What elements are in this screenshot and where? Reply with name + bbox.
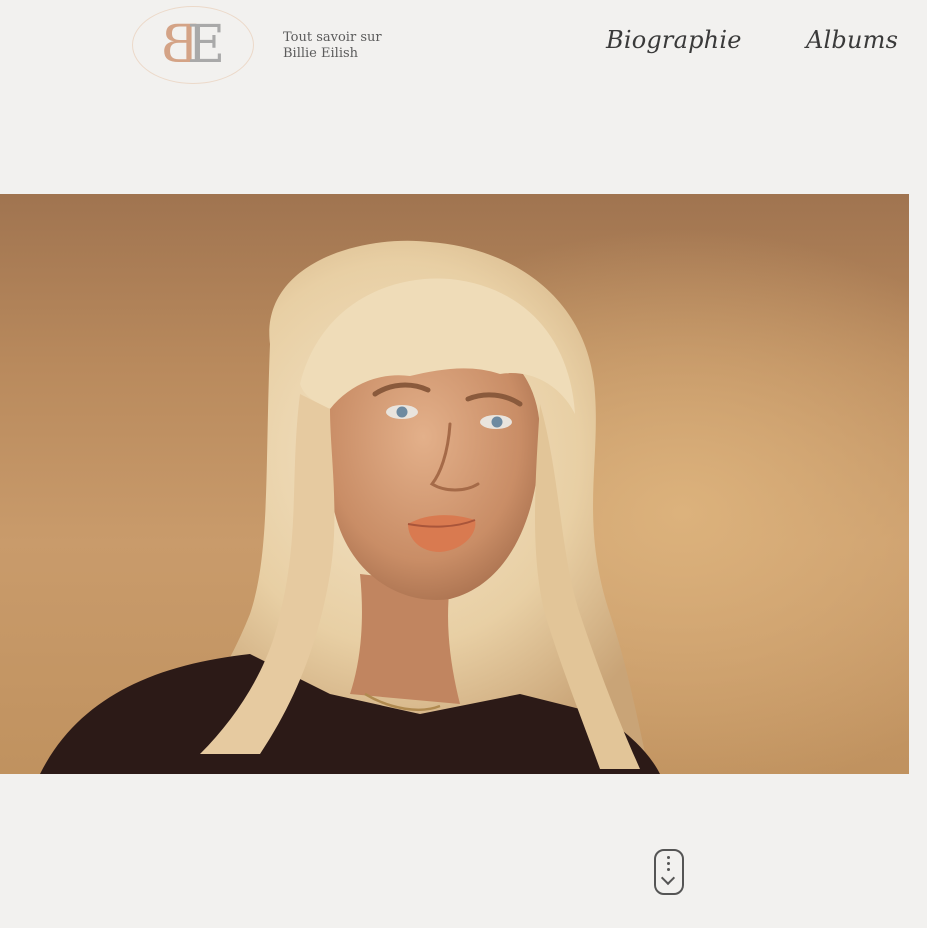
scroll-dot [667,862,670,865]
tagline-line-1: Tout savoir sur [283,30,382,45]
chevron-down-icon [660,870,676,886]
tagline-line-2: Billie Eilish [283,46,359,61]
scroll-dot [667,856,670,859]
nav-link-albums[interactable]: Albums [806,26,898,54]
portrait-illustration [40,240,660,774]
site-tagline: Tout savoir sur Billie Eilish [283,30,382,62]
nav-link-biographie[interactable]: Biographie [606,26,742,54]
page: B E Tout savoir sur Billie Eilish Biogra… [0,0,927,928]
logo-letter-e: E [187,15,226,75]
site-logo[interactable]: B E [132,6,254,84]
hero-photo [0,194,909,774]
scroll-down-icon[interactable] [654,849,684,895]
